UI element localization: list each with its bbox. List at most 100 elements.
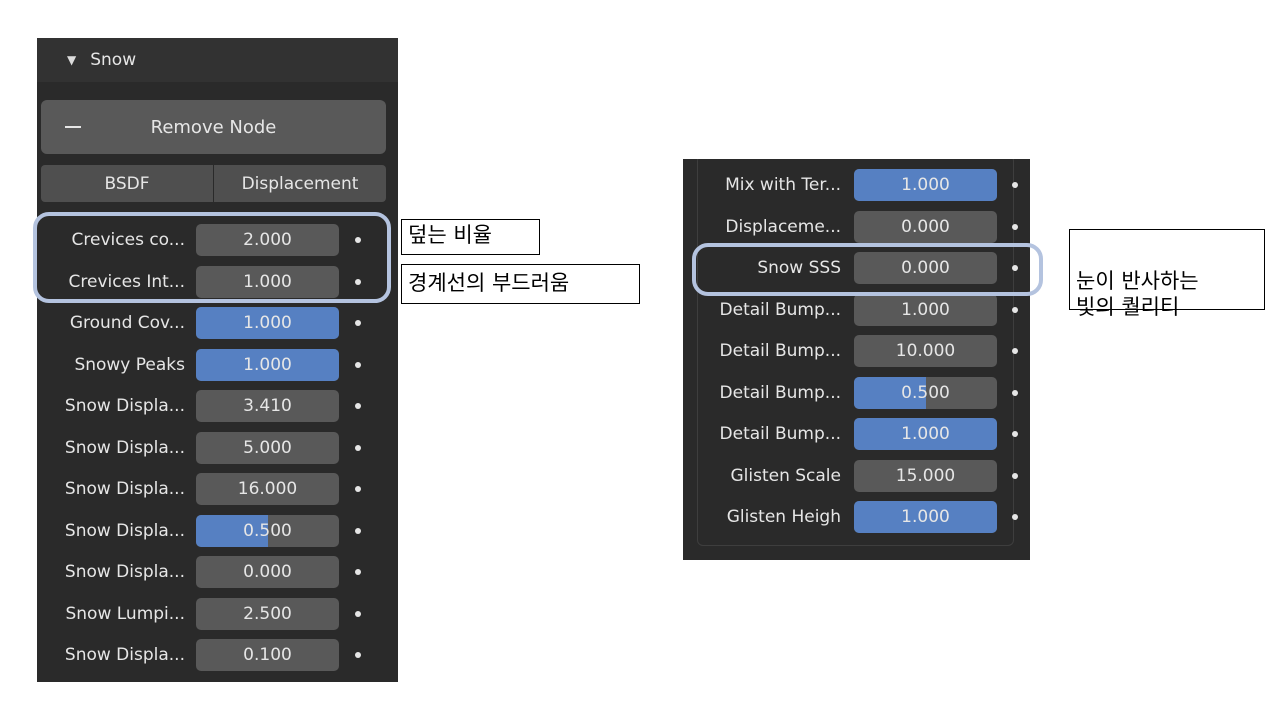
socket-dot-icon[interactable] bbox=[355, 569, 361, 575]
node-tabs: BSDF Displacement bbox=[41, 165, 386, 202]
socket-dot-icon[interactable] bbox=[355, 320, 361, 326]
property-value-field[interactable]: 3.410 bbox=[196, 390, 339, 422]
snow-node-panel: ▼ Snow Remove Node BSDF Displacement Cre… bbox=[37, 38, 398, 682]
socket-dot-icon[interactable] bbox=[1012, 472, 1018, 479]
property-value: 0.500 bbox=[243, 520, 292, 541]
socket-dot-icon[interactable] bbox=[1012, 389, 1018, 396]
property-row: Detail Bump... 0.500 bbox=[683, 376, 1030, 410]
annotation-snow-sss-text: 눈이 반사하는 빛의 퀄리티 bbox=[1076, 269, 1199, 319]
property-value-field[interactable]: 0.000 bbox=[196, 556, 339, 588]
property-value-field[interactable]: 16.000 bbox=[196, 473, 339, 505]
property-label: Detail Bump... bbox=[719, 299, 841, 320]
socket-dot-icon[interactable] bbox=[355, 361, 361, 368]
socket-dot-icon[interactable] bbox=[1012, 223, 1018, 230]
property-label: Snow Lumpi... bbox=[65, 603, 185, 624]
property-label: Mix with Ter... bbox=[725, 175, 841, 195]
highlight-snow-sss bbox=[692, 243, 1043, 296]
property-value: 1.000 bbox=[901, 175, 950, 195]
screenshot-stage: ▼ Snow Remove Node BSDF Displacement Cre… bbox=[0, 0, 1280, 720]
property-label: Snow Displa... bbox=[64, 645, 185, 665]
remove-node-button[interactable]: Remove Node bbox=[41, 100, 386, 154]
property-value: 15.000 bbox=[895, 465, 956, 486]
property-label: Snow Displa... bbox=[64, 520, 185, 541]
property-row: Snow Displa... 0.500 bbox=[37, 514, 398, 548]
property-label: Glisten Heigh bbox=[726, 507, 841, 527]
minus-icon bbox=[65, 126, 81, 128]
property-row: Snow Displa... 16.000 bbox=[37, 472, 398, 506]
panel-title: Snow bbox=[90, 50, 137, 70]
property-value: 0.000 bbox=[243, 562, 292, 582]
property-value-field[interactable]: 1.000 bbox=[854, 418, 997, 450]
socket-dot-icon[interactable] bbox=[1012, 182, 1018, 188]
property-label: Glisten Scale bbox=[730, 465, 841, 486]
property-value-field[interactable]: 1.000 bbox=[196, 348, 339, 381]
property-label: Snowy Peaks bbox=[74, 354, 185, 375]
property-value: 1.000 bbox=[243, 313, 292, 333]
socket-dot-icon[interactable] bbox=[1012, 514, 1018, 520]
property-value: 10.000 bbox=[895, 341, 956, 361]
property-label: Snow Displa... bbox=[64, 479, 185, 499]
property-row: Glisten Heigh 1.000 bbox=[683, 500, 1030, 534]
property-label: Displaceme... bbox=[725, 216, 841, 237]
property-value: 0.000 bbox=[901, 216, 950, 237]
socket-dot-icon[interactable] bbox=[355, 403, 361, 409]
collapse-triangle-icon[interactable]: ▼ bbox=[67, 53, 76, 67]
socket-dot-icon[interactable] bbox=[355, 444, 361, 451]
property-value: 1.000 bbox=[901, 424, 950, 444]
property-label: Snow Displa... bbox=[64, 437, 185, 458]
panel-header-snow[interactable]: ▼ Snow bbox=[37, 38, 398, 82]
tab-displacement[interactable]: Displacement bbox=[213, 165, 386, 202]
property-row: Ground Cov... 1.000 bbox=[37, 306, 398, 340]
socket-dot-icon[interactable] bbox=[1012, 306, 1018, 313]
property-value: 3.410 bbox=[243, 396, 292, 416]
property-label: Detail Bump... bbox=[719, 424, 841, 444]
property-row: Glisten Scale 15.000 bbox=[683, 459, 1030, 493]
property-value: 1.000 bbox=[901, 299, 950, 320]
property-row: Mix with Ter... 1.000 bbox=[683, 168, 1030, 202]
property-value: 0.100 bbox=[243, 645, 292, 665]
property-row: Snow Displa... 0.100 bbox=[37, 638, 398, 672]
annotation-snow-sss: 눈이 반사하는 빛의 퀄리티 bbox=[1069, 229, 1265, 319]
property-row: Snowy Peaks 1.000 bbox=[37, 348, 398, 382]
property-label: Detail Bump... bbox=[719, 341, 841, 361]
property-value-field[interactable]: 10.000 bbox=[854, 335, 997, 367]
annotation-crevice-coverage-text: 덮는 비율 bbox=[408, 223, 492, 247]
highlight-crevices bbox=[33, 212, 391, 303]
property-value: 16.000 bbox=[237, 479, 298, 499]
property-value: 2.500 bbox=[243, 603, 292, 624]
snow-node-panel-continued: Mix with Ter... 1.000 Displaceme... 0.000 Sn… bbox=[683, 159, 1030, 560]
property-row: Detail Bump... 10.000 bbox=[683, 334, 1030, 368]
socket-dot-icon[interactable] bbox=[1012, 431, 1018, 437]
property-value-field[interactable]: 5.000 bbox=[196, 431, 339, 464]
property-value: 1.000 bbox=[901, 507, 950, 527]
property-row: Snow Displa... 0.000 bbox=[37, 555, 398, 589]
tab-bsdf[interactable]: BSDF bbox=[41, 165, 213, 202]
property-value-field[interactable]: 0.500 bbox=[854, 376, 997, 409]
property-value: 1.000 bbox=[243, 354, 292, 375]
property-value-field[interactable]: 0.100 bbox=[196, 639, 339, 671]
socket-dot-icon[interactable] bbox=[355, 486, 361, 492]
property-value-field[interactable]: 2.500 bbox=[196, 597, 339, 630]
property-label: Snow Displa... bbox=[64, 396, 185, 416]
property-label: Ground Cov... bbox=[69, 313, 185, 333]
socket-dot-icon[interactable] bbox=[355, 527, 361, 534]
socket-dot-icon[interactable] bbox=[355, 610, 361, 617]
property-value-field[interactable]: 1.000 bbox=[854, 501, 997, 533]
socket-dot-icon[interactable] bbox=[355, 652, 361, 658]
annotation-crevice-intensity-text: 경계선의 부드러움 bbox=[408, 271, 570, 295]
property-value-field[interactable]: 1.000 bbox=[196, 307, 339, 339]
property-value-field[interactable]: 1.000 bbox=[854, 169, 997, 201]
annotation-crevice-coverage: 덮는 비율 bbox=[401, 219, 540, 255]
property-value-field[interactable]: 15.000 bbox=[854, 459, 997, 492]
socket-dot-icon[interactable] bbox=[1012, 348, 1018, 354]
property-label: Snow Displa... bbox=[64, 562, 185, 582]
property-value-field[interactable]: 1.000 bbox=[854, 293, 997, 326]
property-row: Snow Lumpi... 2.500 bbox=[37, 597, 398, 631]
property-value: 5.000 bbox=[243, 437, 292, 458]
property-row: Detail Bump... 1.000 bbox=[683, 293, 1030, 327]
property-row: Displaceme... 0.000 bbox=[683, 210, 1030, 244]
annotation-crevice-intensity: 경계선의 부드러움 bbox=[401, 264, 640, 304]
property-value-field[interactable]: 0.500 bbox=[196, 514, 339, 547]
remove-node-label: Remove Node bbox=[150, 116, 277, 138]
property-value-field[interactable]: 0.000 bbox=[854, 210, 997, 243]
